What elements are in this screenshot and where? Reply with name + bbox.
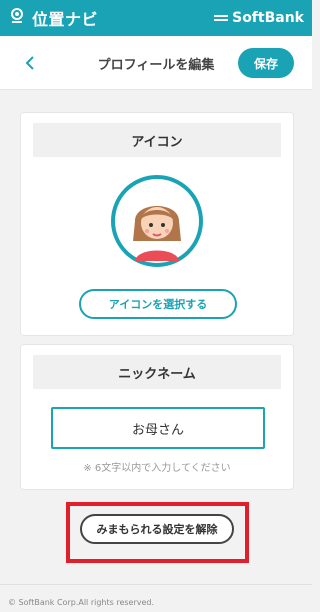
copyright: © SoftBank Corp.All rights reserved. <box>8 598 155 607</box>
cancel-monitoring-button[interactable]: みまもられる設定を解除 <box>80 514 234 544</box>
nickname-hint: ※ 6文字以内で入力してください <box>83 463 231 474</box>
nickname-section-heading: ニックネーム <box>33 355 281 389</box>
icon-section-heading: アイコン <box>33 123 281 157</box>
header: プロフィールを編集 保存 <box>0 36 312 90</box>
softbank-lines-icon <box>214 13 229 23</box>
select-icon-button[interactable]: アイコンを選択する <box>79 289 237 319</box>
girl-avatar-icon <box>117 181 197 261</box>
avatar <box>111 175 203 267</box>
icon-card: アイコン アイコンを選択する <box>20 112 294 336</box>
save-button[interactable]: 保存 <box>238 48 294 78</box>
brand: 位置ナビ <box>8 6 98 30</box>
app-title: 位置ナビ <box>32 10 99 29</box>
nickname-input[interactable]: お母さん <box>51 407 265 449</box>
nickname-card: ニックネーム お母さん ※ 6文字以内で入力してください <box>20 344 294 490</box>
location-pin-icon <box>8 7 26 29</box>
softbank-logo: SoftBank <box>214 10 304 26</box>
footer-divider <box>0 584 312 585</box>
app-bar: 位置ナビ SoftBank <box>0 0 312 36</box>
softbank-label: SoftBank <box>232 10 304 26</box>
